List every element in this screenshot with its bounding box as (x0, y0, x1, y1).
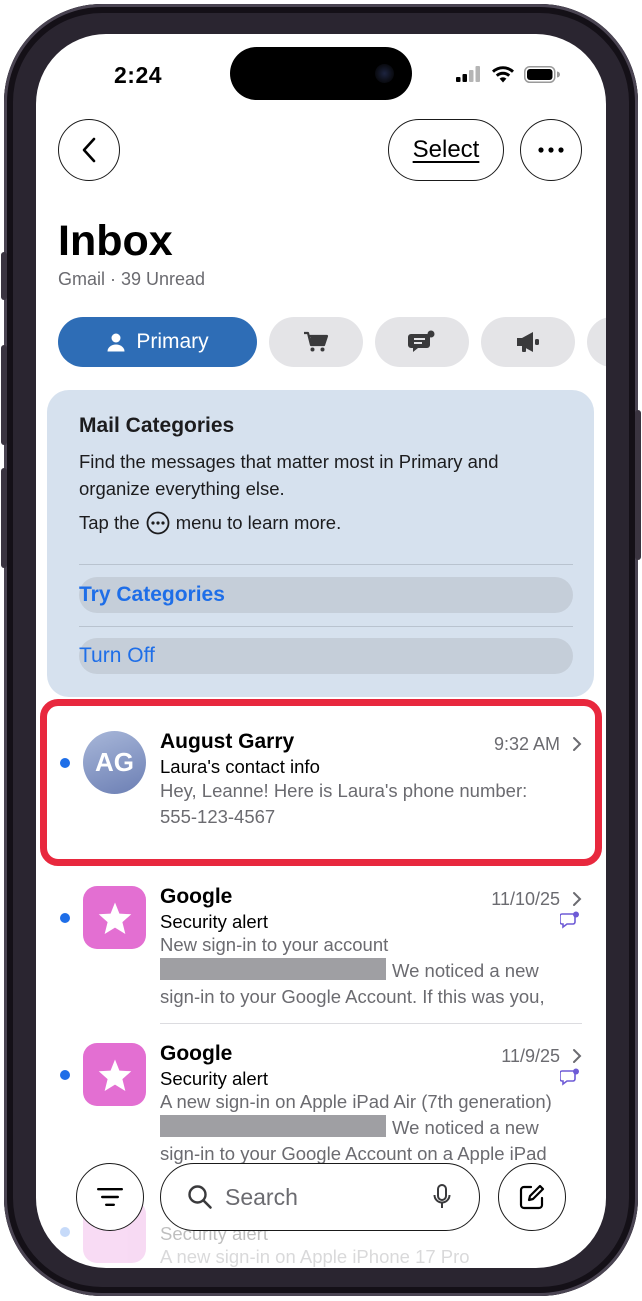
summary-badge-icon (560, 911, 579, 929)
dynamic-island (230, 47, 412, 100)
mail-preview-line: New sign-in to your account (160, 934, 389, 955)
card-title: Mail Categories (79, 414, 235, 437)
mail-row[interactable]: Google 11/10/25 Security alert New sign-… (36, 882, 606, 1024)
mail-subject: Security alert (160, 1068, 268, 1089)
cellular-signal-icon (456, 66, 480, 82)
mail-preview: A new sign-in on Apple iPhone 17 Pro (160, 1246, 470, 1267)
volume-down-button (1, 468, 7, 568)
summary-badge-icon (560, 1068, 579, 1086)
card-hint-suffix: menu to learn more. (175, 512, 342, 533)
app-icon (83, 1043, 146, 1106)
mail-subject: Security alert (160, 911, 268, 932)
more-button[interactable] (520, 119, 582, 181)
unread-dot (60, 1070, 70, 1080)
mail-sender: Google (160, 885, 233, 908)
filter-icon (97, 1188, 123, 1206)
status-time: 2:24 (114, 62, 163, 88)
turn-off-button[interactable]: Turn Off (79, 638, 573, 674)
volume-up-button (1, 345, 7, 445)
ellipsis-icon (538, 147, 564, 153)
unread-dot (60, 1227, 70, 1237)
search-icon (188, 1185, 212, 1209)
tab-updates[interactable] (375, 317, 469, 367)
select-button[interactable]: Select (388, 119, 504, 181)
camera-icon (375, 64, 394, 83)
cart-icon (304, 331, 329, 352)
mail-preview-text: We noticed a new (392, 1117, 539, 1138)
back-button[interactable] (58, 119, 120, 181)
battery-icon (524, 65, 560, 83)
mail-preview-line: We noticed a new (160, 958, 580, 984)
unread-dot (60, 913, 70, 923)
page-title: Inbox (58, 217, 173, 265)
chevron-left-icon (82, 137, 96, 163)
tab-promotions[interactable] (481, 317, 575, 367)
action-button (1, 252, 7, 300)
mail-categories-card: Mail Categories Find the messages that m… (47, 390, 594, 697)
chevron-right-icon (573, 892, 582, 906)
chat-bubble-icon (408, 330, 435, 352)
redacted-block (160, 958, 386, 980)
screen: 2:24 Select Inbox Gmail · 39 Unread Prim… (36, 34, 606, 1268)
card-divider (79, 626, 573, 627)
tab-primary-label: Primary (136, 330, 209, 353)
search-placeholder: Search (225, 1183, 298, 1210)
search-field[interactable]: Search (160, 1163, 480, 1231)
more-circle-icon (146, 511, 170, 535)
mail-preview-line: A new sign-in on Apple iPad Air (7th gen… (160, 1091, 552, 1112)
star-icon (98, 1058, 131, 1091)
wifi-icon (492, 66, 514, 83)
card-body: Find the messages that matter most in Pr… (79, 451, 499, 499)
megaphone-icon (517, 332, 539, 352)
mail-row[interactable]: Google 11/9/25 Security alert A new sign… (36, 1039, 606, 1181)
card-divider (79, 564, 573, 565)
tab-transactions[interactable] (269, 317, 363, 367)
power-button (635, 410, 641, 560)
row-divider (160, 1023, 582, 1024)
mail-time: 11/10/25 (491, 889, 560, 909)
app-icon (83, 886, 146, 949)
status-icons (456, 65, 560, 83)
microphone-icon[interactable] (433, 1184, 451, 1210)
chevron-right-icon (573, 1049, 582, 1063)
page-subtitle: Gmail · 39 Unread (58, 269, 206, 289)
star-icon (98, 901, 131, 934)
tab-more-partial[interactable] (587, 317, 606, 367)
mail-preview: New sign-in to your account We noticed a… (160, 932, 580, 1010)
filter-button[interactable] (76, 1163, 144, 1231)
try-categories-button[interactable]: Try Categories (79, 577, 573, 613)
compose-icon (519, 1184, 545, 1210)
redacted-block (160, 1115, 386, 1137)
mail-preview: A new sign-in on Apple iPad Air (7th gen… (160, 1089, 580, 1167)
mail-sender: Google (160, 1042, 233, 1065)
card-hint-prefix: Tap the (79, 512, 140, 533)
highlight-box (40, 699, 602, 866)
mail-preview-text: We noticed a new (392, 960, 539, 981)
mail-time: 11/9/25 (501, 1046, 560, 1066)
person-icon (107, 333, 125, 352)
mail-preview-line: sign-in to your Google Account. If this … (160, 986, 545, 1007)
card-hint: Tap the menu to learn more. (79, 511, 341, 535)
mail-preview-line: We noticed a new (160, 1115, 580, 1141)
compose-button[interactable] (498, 1163, 566, 1231)
tab-primary[interactable]: Primary (58, 317, 257, 367)
